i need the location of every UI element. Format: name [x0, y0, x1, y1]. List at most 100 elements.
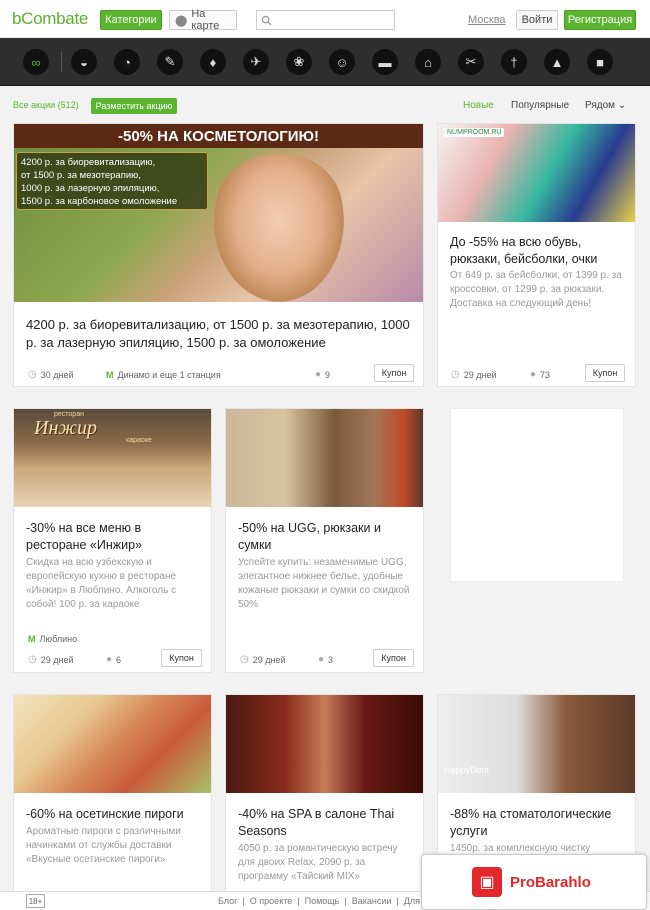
- woman-face-image: [214, 154, 344, 302]
- deal-duration: ◷ 29 дней: [28, 654, 74, 665]
- deal-duration: ◷ 30 дней: [28, 369, 74, 380]
- ad-slot: [450, 408, 624, 582]
- coupon-button[interactable]: Купон: [373, 649, 414, 667]
- chevron-down-icon: ⌄: [617, 100, 627, 111]
- fitness-icon[interactable]: ◔: [114, 49, 140, 75]
- deal-title[interactable]: -60% на осетинские пироги: [26, 806, 201, 823]
- deal-card[interactable]: NUMPROOM.RU До -55% на всю обувь, рюкзак…: [437, 123, 636, 387]
- age-rating: 18+: [26, 894, 45, 908]
- deal-buyers: ● 9: [315, 369, 330, 380]
- category-bar: ∞ ◒ ◔ ✎ ♦ ✈ ❀ ☺ ▬ ⌂ ✂ † ▲ ■: [0, 38, 650, 86]
- footer-link-help[interactable]: Помощь: [305, 896, 340, 906]
- footer-sep: |: [242, 896, 245, 906]
- deal-image: HappyDent: [438, 695, 635, 793]
- coupon-button[interactable]: Купон: [161, 649, 202, 667]
- clock-icon: ◷: [451, 369, 460, 380]
- sort-new[interactable]: Новые: [463, 100, 494, 111]
- deal-days: 29 дней: [463, 369, 497, 380]
- all-deals-icon[interactable]: ∞: [23, 49, 49, 75]
- clock-icon: ◷: [28, 369, 37, 380]
- person-icon: ●: [318, 654, 325, 665]
- deal-card[interactable]: -60% на осетинские пироги Ароматные пиро…: [13, 694, 212, 894]
- deal-description: Скидка на всю узбекскую и европейскую ку…: [26, 557, 177, 610]
- entertainment-icon[interactable]: ☺: [329, 49, 355, 75]
- deal-card[interactable]: -50% НА КОСМЕТОЛОГИЮ! 4200 р. за биореви…: [13, 123, 424, 387]
- footer-sep: |: [297, 896, 300, 906]
- shopping-icon[interactable]: ⌂: [415, 49, 441, 75]
- coupon-button[interactable]: Купон: [374, 364, 414, 382]
- clothes-icon[interactable]: ♦: [200, 49, 226, 75]
- deal-title[interactable]: -40% на SPA в салоне Thai Seasons: [238, 806, 413, 840]
- footer-links: Блог | О проекте | Помощь | Вакансии | Д…: [218, 896, 420, 906]
- sort-near[interactable]: Рядом ⌄: [585, 100, 626, 111]
- footer-link-blog[interactable]: Блог: [218, 896, 237, 906]
- deal-days: 29 дней: [40, 654, 74, 665]
- beauty-lips-icon[interactable]: ◒: [71, 49, 97, 75]
- clock-icon: ◷: [28, 654, 37, 665]
- deal-card[interactable]: ресторан Инжир караоке -30% на все меню …: [13, 408, 212, 673]
- deal-days: 29 дней: [252, 654, 286, 665]
- deal-card[interactable]: -50% на UGG, рюкзаки и сумки Успейте куп…: [225, 408, 424, 673]
- deal-metro: Люблино: [39, 634, 78, 644]
- banner-line: 4200 р. за биоревитализацию,: [21, 157, 156, 168]
- deal-image: ресторан Инжир караоке: [14, 409, 211, 507]
- deal-image: [226, 409, 423, 507]
- deal-people: 3: [328, 654, 334, 665]
- probarahlo-watermark: ▣ ProBarahlo: [421, 854, 647, 910]
- deal-days: 30 дней: [40, 369, 74, 380]
- person-icon: ●: [315, 369, 322, 380]
- map-pin-icon: ⬤: [175, 14, 188, 27]
- deal-title[interactable]: -88% на стоматологические услуги: [450, 806, 625, 840]
- person-icon: ●: [106, 654, 113, 665]
- deal-duration: ◷ 29 дней: [240, 654, 286, 665]
- services-icon[interactable]: ✂: [458, 49, 484, 75]
- deal-title[interactable]: -50% на UGG, рюкзаки и сумки: [238, 520, 413, 554]
- education-icon[interactable]: ▲: [544, 49, 570, 75]
- deal-buyers: ● 6: [106, 654, 121, 665]
- metro-icon: M: [28, 634, 36, 644]
- all-deals-link[interactable]: Все акции (512): [13, 100, 79, 110]
- search-input[interactable]: [276, 14, 386, 26]
- medicine-icon[interactable]: †: [501, 49, 527, 75]
- place-deal-button[interactable]: Разместить акцию: [91, 98, 177, 114]
- login-button[interactable]: Войти: [516, 10, 558, 30]
- person-icon: ●: [530, 369, 537, 380]
- search-box[interactable]: [256, 10, 395, 30]
- auto-icon[interactable]: ▬: [372, 49, 398, 75]
- banner-small: караоке: [126, 437, 152, 444]
- city-selector[interactable]: Москва: [468, 14, 506, 26]
- deal-card[interactable]: -40% на SPA в салоне Thai Seasons 4050 р…: [225, 694, 424, 894]
- deal-title[interactable]: До -55% на всю обувь, рюкзаки, бейсболки…: [450, 234, 625, 268]
- deal-image: NUMPROOM.RU: [438, 124, 635, 222]
- deal-banner: Инжир: [34, 417, 97, 439]
- probarahlo-logo-icon: ▣: [472, 867, 502, 897]
- deal-people: 9: [325, 369, 331, 380]
- gifts-icon[interactable]: ■: [587, 49, 613, 75]
- deal-description: Ароматные пироги с различными начинками …: [26, 826, 181, 865]
- footer-link-jobs[interactable]: Вакансии: [352, 896, 392, 906]
- health-icon[interactable]: ✎: [157, 49, 183, 75]
- site-logo[interactable]: bCombate: [12, 9, 88, 29]
- footer-link-for[interactable]: Для: [404, 896, 420, 906]
- travel-icon[interactable]: ✈: [243, 49, 269, 75]
- deal-banner: NUMPROOM.RU: [444, 128, 505, 137]
- coupon-button[interactable]: Купон: [585, 364, 625, 382]
- metro-icon: M: [106, 370, 114, 380]
- deal-banner: -50% НА КОСМЕТОЛОГИЮ!: [14, 124, 423, 148]
- deal-people: 6: [116, 654, 122, 665]
- sort-popular[interactable]: Популярные: [511, 100, 569, 111]
- map-button[interactable]: ⬤ На карте: [169, 8, 237, 32]
- deal-description: 4050 р. за романтическую встречу для дво…: [238, 843, 398, 882]
- deal-description: Успейте купить: незаменимые UGG, элегант…: [238, 557, 410, 610]
- probarahlo-text: ProBarahlo: [510, 873, 591, 891]
- banner-line: 1000 р. за лазерную эпиляцию,: [21, 183, 160, 194]
- footer-link-about[interactable]: О проекте: [250, 896, 292, 906]
- top-header: bCombate Категории ⬤ На карте Москва Вой…: [0, 0, 650, 38]
- food-icon[interactable]: ❀: [286, 49, 312, 75]
- categories-button[interactable]: Категории: [100, 10, 162, 30]
- deal-metro: Динамо и еще 1 станция: [117, 370, 221, 380]
- deal-banner: HappyDent: [444, 765, 490, 775]
- register-button[interactable]: Регистрация: [564, 10, 636, 30]
- deal-title[interactable]: 4200 р. за биоревитализацию, от 1500 р. …: [26, 316, 413, 352]
- deal-title[interactable]: -30% на все меню в ресторане «Инжир»: [26, 520, 201, 554]
